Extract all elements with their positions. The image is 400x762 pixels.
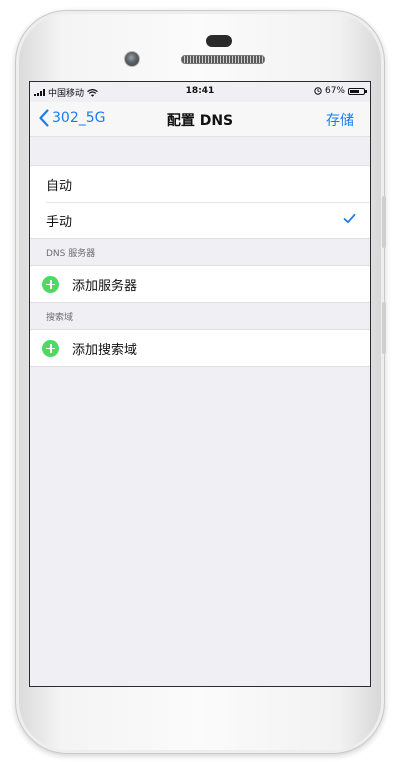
volume-up-button: [382, 196, 386, 248]
add-search-domain-row[interactable]: 添加搜索域: [30, 330, 370, 366]
add-server-label: 添加服务器: [72, 278, 138, 294]
add-search-domain-label: 添加搜索域: [72, 342, 138, 358]
front-camera: [124, 51, 140, 67]
status-right: 67%: [314, 86, 367, 96]
add-circle-icon[interactable]: [42, 275, 59, 293]
home-area: [29, 686, 369, 726]
save-button[interactable]: 存储: [326, 110, 354, 130]
search-domains-group: 添加搜索域: [30, 329, 370, 367]
earpiece: [206, 35, 232, 47]
add-server-row[interactable]: 添加服务器: [30, 266, 370, 302]
mode-option-label: 自动: [46, 178, 73, 194]
add-circle-icon[interactable]: [42, 339, 59, 357]
volume-down-button: [382, 302, 386, 354]
battery-fill: [350, 89, 359, 93]
speaker-grill: [181, 55, 265, 64]
mode-option-label: 手动: [46, 214, 73, 230]
battery-icon: [348, 87, 367, 95]
screen: 中国移动 18:41 67% 302_5G 配置 DNS 存储 自动 手动 DN…: [29, 81, 371, 687]
dns-mode-group: 自动 手动: [30, 165, 370, 239]
dns-servers-group: 添加服务器: [30, 265, 370, 303]
battery-percent: 67%: [324, 86, 345, 96]
dns-servers-header: DNS 服务器: [46, 249, 96, 259]
search-domains-header: 搜索域: [46, 313, 74, 323]
page-title: 配置 DNS: [166, 113, 234, 129]
mode-option-manual[interactable]: 手动: [30, 202, 370, 238]
mode-option-auto[interactable]: 自动: [30, 166, 370, 202]
status-bar: 中国移动 18:41 67%: [30, 82, 370, 102]
navigation-bar: 302_5G 配置 DNS 存储: [30, 102, 370, 137]
alarm-icon: [314, 87, 322, 95]
checkmark-icon: [343, 213, 356, 224]
